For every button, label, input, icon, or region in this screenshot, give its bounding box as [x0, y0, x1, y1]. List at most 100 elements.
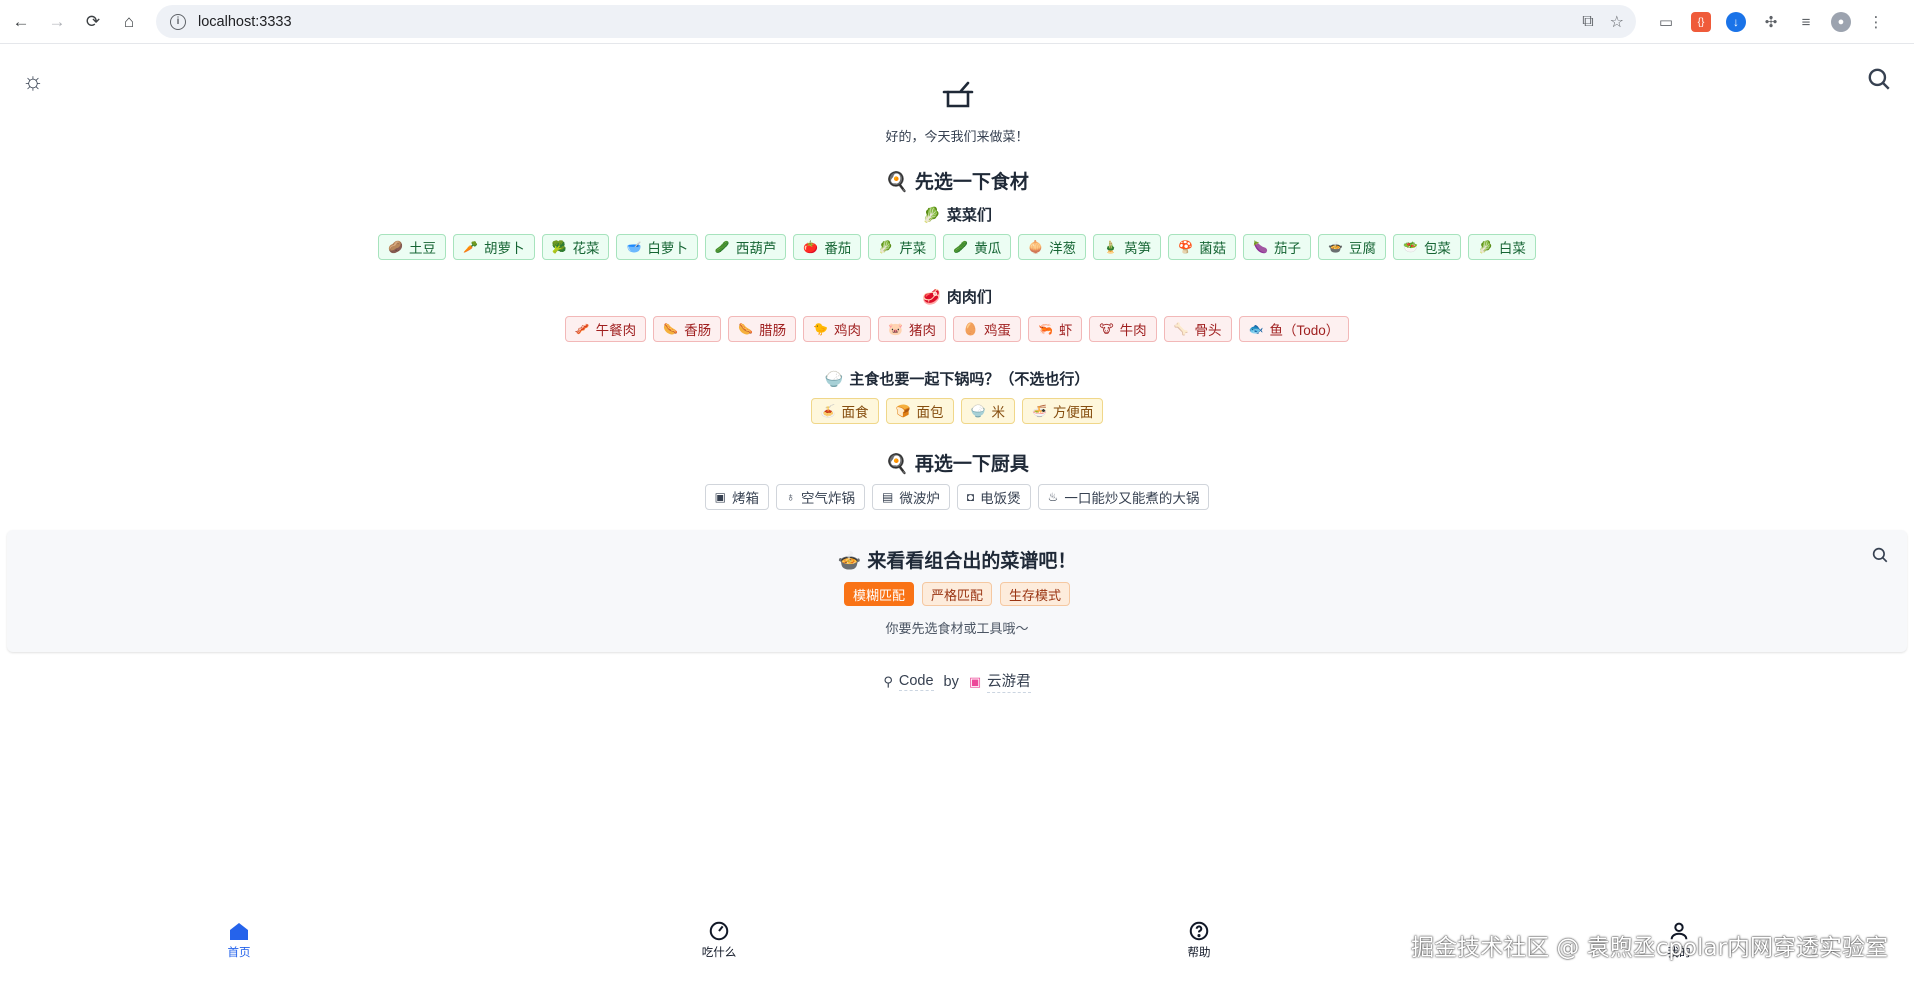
code-link[interactable]: Code: [898, 673, 934, 691]
nav-item-help[interactable]: 帮助: [1159, 918, 1239, 960]
install-app-icon[interactable]: ⧉: [1582, 13, 1593, 31]
mode-tab-2[interactable]: 生存模式: [1000, 582, 1071, 606]
tool-chip-label: 空气炸锅: [800, 491, 855, 506]
meat-chip-label: 午餐肉: [595, 323, 637, 338]
search-icon[interactable]: [1871, 546, 1889, 564]
vegetable-emoji-icon: 🥬: [878, 240, 894, 254]
meat-chip[interactable]: 🌭 香肠: [653, 316, 722, 342]
nav-label: 吃什么: [701, 947, 737, 959]
download-extension-icon[interactable]: ↓: [1726, 12, 1746, 32]
mode-tab-1[interactable]: 严格匹配: [921, 582, 992, 606]
page: ☼ 好的，今天我们来做菜！ 🍳 先选一下食材 🥬 菜菜们 🥔 土豆 🥕 胡萝卜 🥦 花菜 🥣 白萝…: [0, 44, 1914, 985]
vegetable-chip-label: 芹菜: [899, 241, 927, 256]
vegetable-chip[interactable]: 🧅 洋葱: [1018, 234, 1087, 260]
meat-chip-label: 腊肠: [759, 323, 787, 338]
home-icon[interactable]: ⌂: [114, 7, 144, 37]
arrow-left-icon[interactable]: ←: [6, 7, 36, 37]
vegetable-chip[interactable]: 🥬 白菜: [1467, 234, 1536, 260]
meat-chip[interactable]: 🐤 鸡肉: [803, 316, 872, 342]
tool-chip[interactable]: ◘ 电饭煲: [956, 484, 1031, 510]
staples-title-text: 主食也要一起下锅吗？（不选也行）: [849, 371, 1090, 388]
vegetable-chip[interactable]: 🥬 芹菜: [868, 234, 937, 260]
sun-icon[interactable]: ☼: [22, 68, 44, 96]
meat-chip[interactable]: 🦐 虾: [1027, 316, 1083, 342]
vegetable-emoji-icon: 🥬: [1477, 240, 1493, 254]
vegetable-chip[interactable]: 🥒 西葫芦: [704, 234, 787, 260]
microwave-icon: ▤: [881, 490, 894, 504]
tool-chip[interactable]: ♁ 空气炸锅: [775, 484, 865, 510]
vegetable-chip[interactable]: 🥕 胡萝卜: [453, 234, 535, 260]
author-link[interactable]: 云游君: [987, 670, 1031, 693]
meat-chip[interactable]: 🥚 鸡蛋: [952, 316, 1021, 342]
meat-chip[interactable]: 🌭 腊肠: [728, 316, 797, 342]
vegetable-chip[interactable]: 🥒 黄瓜: [943, 234, 1012, 260]
vegetable-chip[interactable]: 🍆 茄子: [1243, 234, 1312, 260]
bookmark-star-icon[interactable]: ☆: [1610, 12, 1624, 32]
vegetable-emoji-icon: 🧅: [1028, 240, 1044, 254]
staple-chip-label: 面包: [916, 405, 944, 420]
vegetable-chip[interactable]: 🥣 白萝卜: [616, 234, 698, 260]
vegetable-chip[interactable]: 🥦 花菜: [541, 234, 610, 260]
vegetable-emoji-icon: 🎍: [1103, 240, 1119, 254]
tools-section-title: 🍳 再选一下厨具: [0, 449, 1914, 476]
site-info-icon[interactable]: i: [170, 13, 186, 30]
tool-chip-label: 一口能炒又能煮的大锅: [1064, 491, 1200, 506]
extensions-puzzle-icon[interactable]: ✣: [1761, 12, 1781, 32]
vegetable-chip[interactable]: 🥗 包菜: [1392, 234, 1461, 260]
staple-chip[interactable]: 🍞 面包: [885, 398, 954, 424]
vegetable-chip-label: 豆腐: [1348, 241, 1376, 256]
staple-chip-label: 米: [991, 405, 1005, 420]
by-label: by: [943, 673, 959, 690]
cooking-emoji-icon: 🍳: [885, 172, 909, 193]
staple-chip[interactable]: 🍝 面食: [810, 398, 879, 424]
staple-chip-label: 面食: [841, 405, 869, 420]
meat-chip[interactable]: 🦴 骨头: [1163, 316, 1232, 342]
vegetable-chip-label: 花菜: [572, 241, 600, 256]
tool-chip[interactable]: ▤ 微波炉: [871, 484, 950, 510]
vegetable-emoji-icon: 🥕: [463, 240, 478, 254]
arrow-right-icon[interactable]: →: [42, 7, 72, 37]
pot-icon: [942, 81, 974, 108]
result-title-text: 来看看组合出的菜谱吧！: [867, 551, 1077, 572]
oven-icon: ▣: [714, 490, 726, 504]
meat-chip[interactable]: 🥓 午餐肉: [564, 316, 647, 342]
github-icon[interactable]: ⚲: [883, 674, 893, 690]
meat-emoji-icon: 🐮: [1099, 322, 1114, 336]
media-control-icon[interactable]: ≡: [1796, 12, 1816, 32]
address-bar[interactable]: i localhost:3333 ⧉ ☆: [156, 5, 1636, 38]
mode-tab-0[interactable]: 模糊匹配: [843, 582, 914, 606]
meat-emoji-icon: 🦴: [1173, 322, 1189, 336]
vegetables-title-text: 菜菜们: [946, 207, 992, 224]
nav-item-what-to-eat[interactable]: 吃什么: [679, 918, 759, 960]
vegetable-chip-label: 茄子: [1274, 241, 1302, 256]
staple-chip[interactable]: 🍚 米: [960, 398, 1015, 424]
staple-chip[interactable]: 🍜 方便面: [1021, 398, 1104, 424]
reload-icon[interactable]: ⟳: [78, 7, 108, 37]
nav-item-home[interactable]: 首页: [199, 918, 279, 960]
url-text[interactable]: localhost:3333: [198, 14, 292, 30]
json-extension-icon[interactable]: {}: [1691, 12, 1711, 32]
tools-title-text: 再选一下厨具: [914, 454, 1029, 475]
tool-chip[interactable]: ♨ 一口能炒又能煮的大锅: [1037, 484, 1210, 510]
nav-label: 首页: [227, 947, 251, 959]
vegetables-title: 🥬 菜菜们: [0, 204, 1914, 225]
vegetable-chip[interactable]: 🍅 番茄: [793, 234, 862, 260]
vegetable-chip[interactable]: 🍄 菌菇: [1168, 234, 1237, 260]
bilibili-icon[interactable]: ▣: [969, 674, 981, 690]
tool-chip-label: 烤箱: [731, 491, 759, 506]
meat-chip[interactable]: 🐷 猪肉: [878, 316, 946, 342]
profile-avatar-icon[interactable]: ●: [1831, 12, 1851, 32]
meat-chip[interactable]: 🐟 鱼（Todo）: [1238, 316, 1350, 342]
vegetable-chip[interactable]: 🍲 豆腐: [1318, 234, 1386, 260]
meat-emoji-icon: 🌭: [738, 322, 754, 336]
reader-extension-icon[interactable]: ▭: [1656, 12, 1676, 32]
browser-menu-icon[interactable]: ⋮: [1866, 12, 1886, 32]
watermark-text: 掘金技术社区 @ 袁煦丞cpolar内网穿透实验室: [1411, 935, 1888, 961]
search-icon[interactable]: [1866, 66, 1892, 92]
vegetable-chip[interactable]: 🥔 土豆: [378, 234, 447, 260]
meat-chip[interactable]: 🐮 牛肉: [1089, 316, 1157, 342]
tool-chip-list: ▣ 烤箱 ♁ 空气炸锅 ▤ 微波炉 ◘ 电饭煲 ♨ 一口能炒又能煮的大锅: [0, 484, 1914, 510]
tool-chip[interactable]: ▣ 烤箱: [704, 484, 769, 510]
compass-icon: [709, 921, 729, 941]
vegetable-chip[interactable]: 🎍 莴笋: [1093, 234, 1162, 260]
